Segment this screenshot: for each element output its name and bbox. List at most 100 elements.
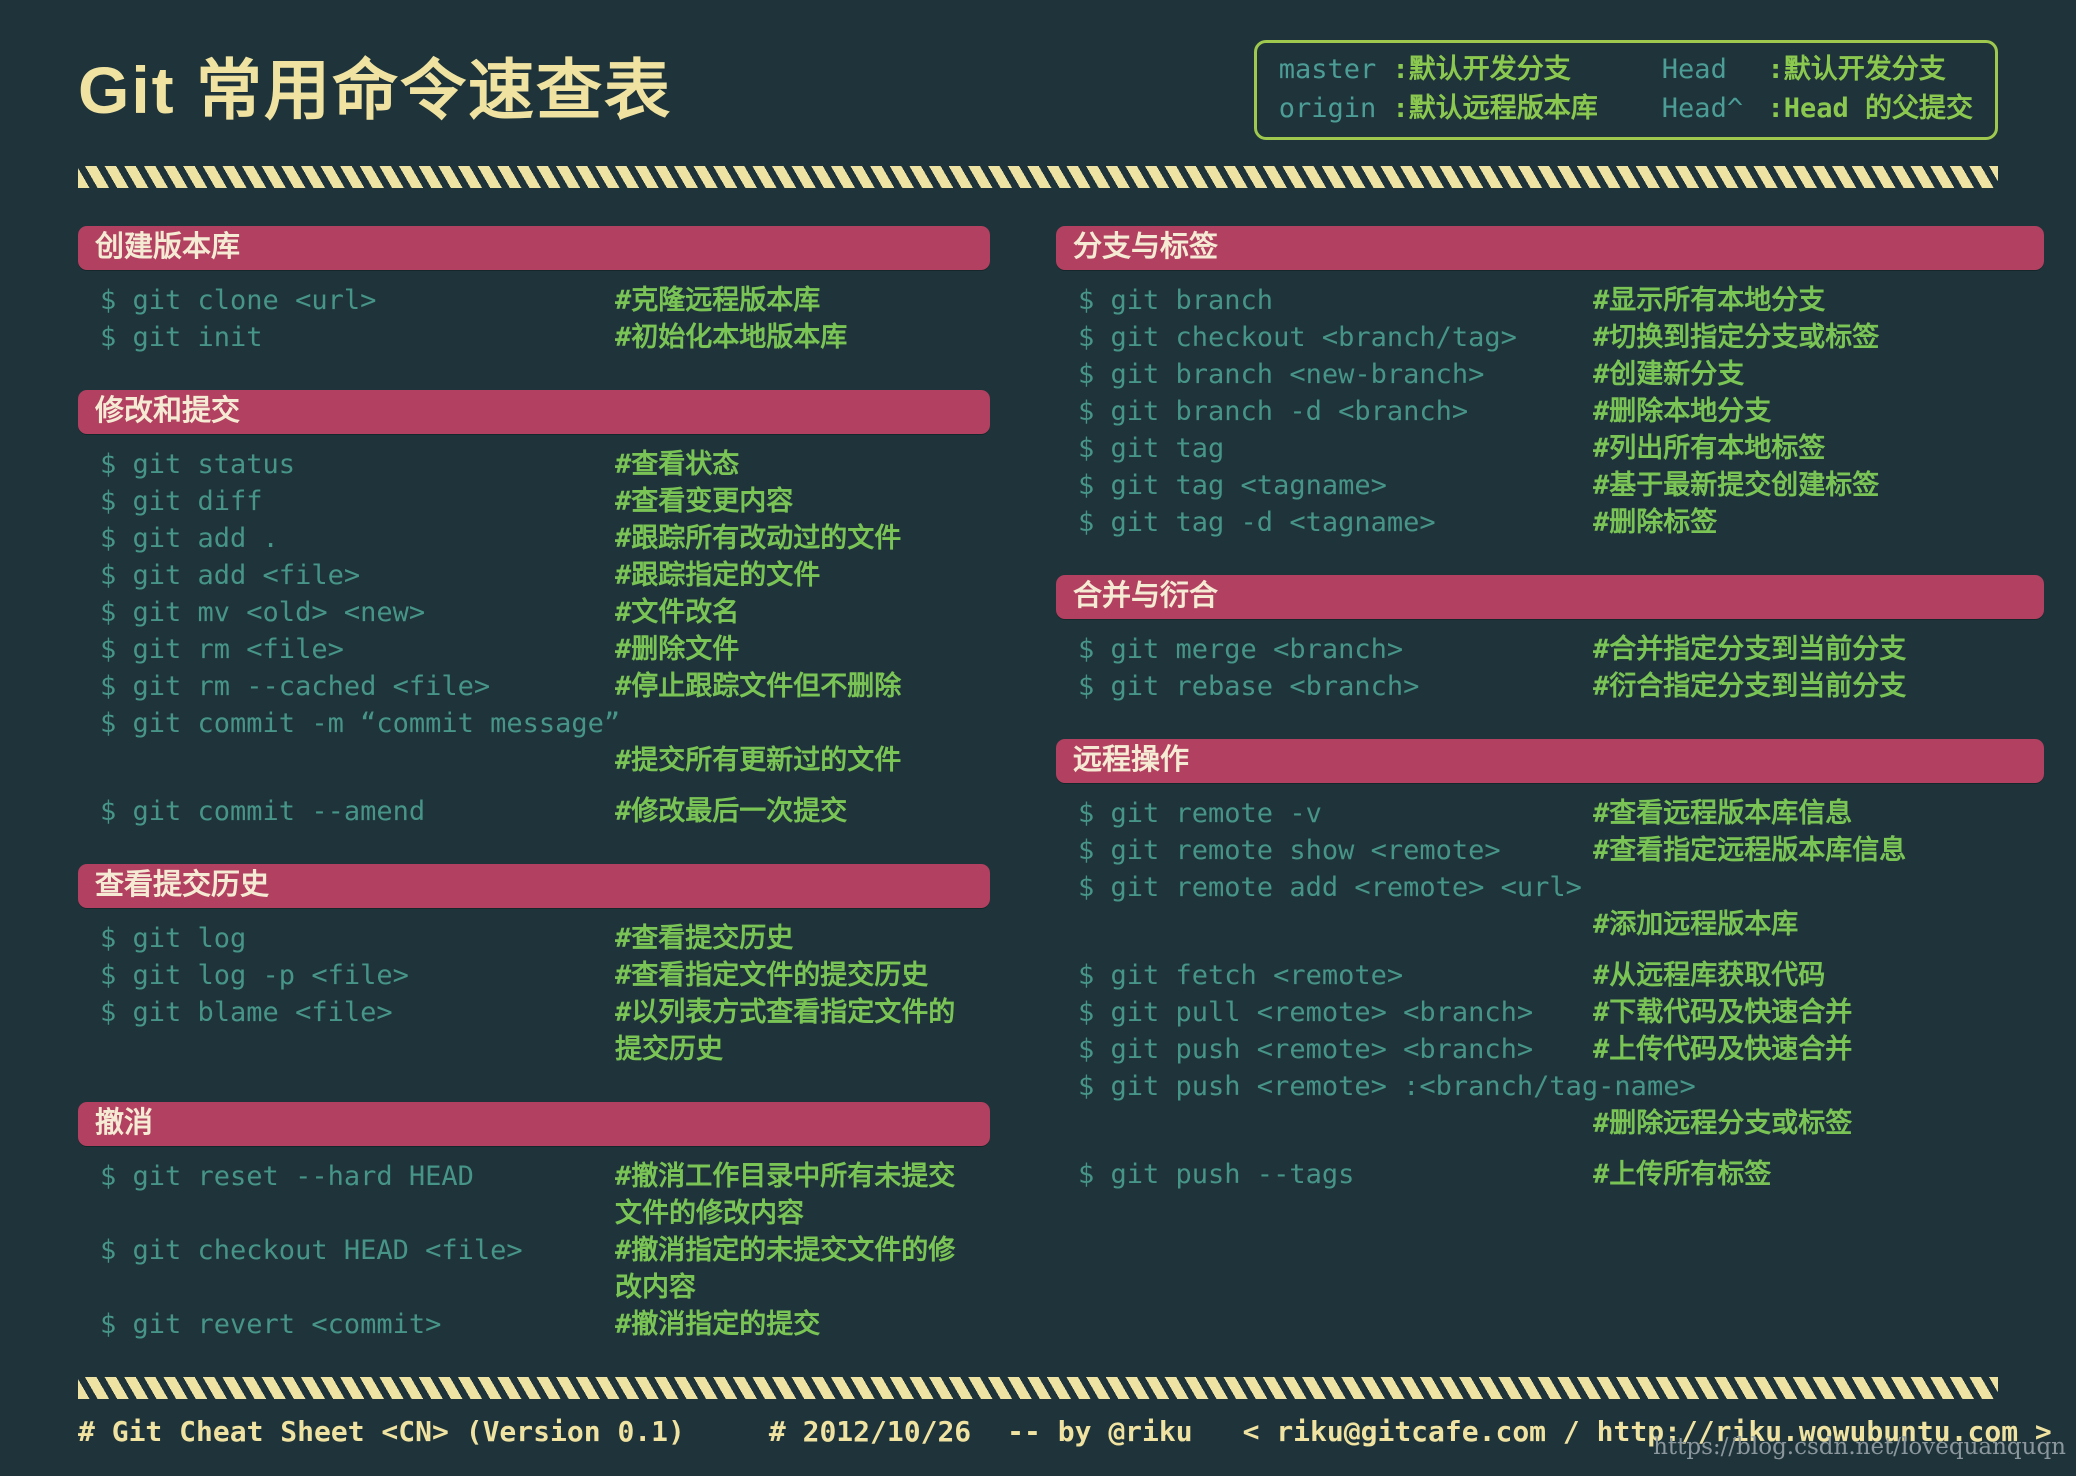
command-text: $ git push <remote> <branch>	[1078, 1034, 1534, 1065]
section-header: 分支与标签	[1056, 226, 2044, 270]
command-text: $ git revert <commit>	[100, 1309, 442, 1340]
comment-text: #查看指定远程版本库信息	[1593, 835, 1907, 866]
command-text: $ git reset --hard HEAD	[100, 1161, 474, 1192]
row-spacer	[100, 779, 990, 793]
command-row: $ git checkout HEAD <file> #撤消指定的未提交文件的修改…	[100, 1232, 990, 1306]
command-row: $ git fetch <remote> #从远程库获取代码	[1078, 957, 2044, 994]
section: 查看提交历史 $ git log #查看提交历史 $ git log -p <file…	[78, 864, 990, 1068]
comment-text: #初始化本地版本库	[615, 322, 848, 353]
command-row: $ git checkout <branch/tag> #切换到指定分支或标签	[1078, 319, 2044, 356]
legend-entry: Head^ :Head 的父提交	[1662, 90, 1973, 127]
comment-text: #跟踪所有改动过的文件	[615, 523, 902, 554]
content-columns: 创建版本库 $ git clone <url> #克隆远程版本库 $ git init…	[78, 226, 2044, 1377]
comment-text: #查看远程版本库信息	[1593, 798, 1853, 829]
section: 撤消 $ git reset --hard HEAD #撤消工作目录中所有未提交文件…	[78, 1102, 990, 1343]
command-row: $ git branch <new-branch> #创建新分支	[1078, 356, 2044, 393]
comment-text: #查看状态	[615, 449, 740, 480]
footer-sheet-name: # Git Cheat Sheet <CN> (Version 0.1)	[78, 1415, 685, 1448]
command-text: $ git tag <tagname>	[1078, 470, 1387, 501]
comment-text: #从远程库获取代码	[1593, 960, 1826, 991]
legend-entry: Head :默认开发分支	[1662, 51, 1973, 88]
comment-text: #停止跟踪文件但不删除	[615, 671, 902, 702]
section-body: $ git clone <url> #克隆远程版本库 $ git init #初始化本…	[78, 270, 990, 356]
comment-text: #衍合指定分支到当前分支	[1593, 671, 1907, 702]
command-row: $ git clone <url> #克隆远程版本库	[100, 282, 990, 319]
hazard-divider-top	[78, 166, 1998, 188]
section: 创建版本库 $ git clone <url> #克隆远程版本库 $ git init…	[78, 226, 990, 356]
legend-term: origin	[1278, 93, 1393, 124]
row-spacer	[1078, 1142, 2044, 1156]
command-text: $ git log	[100, 923, 247, 954]
command-row: $ git rebase <branch> #衍合指定分支到当前分支	[1078, 668, 2044, 705]
command-text: $ git push --tags	[1078, 1159, 1355, 1190]
comment-text: #删除远程分支或标签	[1593, 1108, 1853, 1139]
legend-term: master	[1278, 54, 1393, 85]
command-text: $ git commit --amend	[100, 796, 426, 827]
section-body: $ git remote -v #查看远程版本库信息 $ git remote sh…	[1056, 783, 2044, 1193]
command-row: $ git add <file> #跟踪指定的文件	[100, 557, 990, 594]
watermark-url: https://blog.csdn.net/lovequanquqn	[1653, 1434, 2066, 1460]
command-row: $ git tag #列出所有本地标签	[1078, 430, 2044, 467]
comment-text: #查看指定文件的提交历史	[615, 960, 929, 991]
comment-text: #切换到指定分支或标签	[1593, 322, 1880, 353]
section-header: 撤消	[78, 1102, 990, 1146]
command-row: $ git pull <remote> <branch> #下载代码及快速合并	[1078, 994, 2044, 1031]
cheat-sheet-page: Git 常用命令速查表 master :默认开发分支 origin :默认远程版本…	[0, 0, 2076, 1377]
command-text: $ git tag	[1078, 433, 1225, 464]
command-row: $ git log #查看提交历史	[100, 920, 990, 957]
comment-text: #删除本地分支	[1593, 396, 1772, 427]
legend: master :默认开发分支 origin :默认远程版本库 Head :默认开发分…	[1253, 40, 1998, 140]
section: 分支与标签 $ git branch #显示所有本地分支 $ git checkout…	[1056, 226, 2044, 541]
section: 修改和提交 $ git status #查看状态 $ git diff #查看变更内容 $…	[78, 390, 990, 830]
command-row: $ git push --tags #上传所有标签	[1078, 1156, 2044, 1193]
comment-text: #修改最后一次提交	[615, 796, 848, 827]
command-row: $ git reset --hard HEAD #撤消工作目录中所有未提交文件的修…	[100, 1158, 990, 1232]
hazard-divider-bottom	[78, 1377, 1998, 1399]
section: 合并与衍合 $ git merge <branch> #合并指定分支到当前分支 $ g…	[1056, 575, 2044, 705]
command-row: $ git log -p <file> #查看指定文件的提交历史	[100, 957, 990, 994]
command-text: $ git remote add <remote> <url>	[1078, 872, 1582, 903]
command-row: $ git tag <tagname> #基于最新提交创建标签	[1078, 467, 2044, 504]
command-text: $ git rebase <branch>	[1078, 671, 1420, 702]
section: 远程操作 $ git remote -v #查看远程版本库信息 $ git remot…	[1056, 739, 2044, 1193]
legend-desc: :Head 的父提交	[1767, 93, 1973, 124]
command-text: $ git rm --cached <file>	[100, 671, 491, 702]
comment-text: #上传代码及快速合并	[1593, 1034, 1853, 1065]
command-text: $ git mv <old> <new>	[100, 597, 426, 628]
command-row: $ git status #查看状态	[100, 446, 990, 483]
column-left: 创建版本库 $ git clone <url> #克隆远程版本库 $ git init…	[78, 226, 990, 1377]
comment-text: #合并指定分支到当前分支	[1593, 634, 1907, 665]
legend-entry: master :默认开发分支	[1279, 51, 1598, 88]
comment-text: #显示所有本地分支	[1593, 285, 1826, 316]
column-right: 分支与标签 $ git branch #显示所有本地分支 $ git checkout…	[1056, 226, 2044, 1227]
comment-text: #查看变更内容	[615, 486, 794, 517]
command-text: $ git add .	[100, 523, 279, 554]
section-body: $ git merge <branch> #合并指定分支到当前分支 $ git re…	[1056, 619, 2044, 705]
command-text: $ git blame <file>	[100, 997, 393, 1028]
legend-term: Head^	[1661, 93, 1760, 124]
command-row: #添加远程版本库	[1078, 906, 2044, 943]
section-header: 远程操作	[1056, 739, 2044, 783]
command-text: $ git commit -m “commit message”	[100, 708, 621, 739]
section-header: 修改和提交	[78, 390, 990, 434]
header: Git 常用命令速查表 master :默认开发分支 origin :默认远程版本…	[78, 40, 1998, 140]
command-row: $ git add . #跟踪所有改动过的文件	[100, 520, 990, 557]
comment-text: #查看提交历史	[615, 923, 794, 954]
command-row: $ git rm <file> #删除文件	[100, 631, 990, 668]
footer-date: # 2012/10/26	[768, 1415, 972, 1448]
command-text: $ git clone <url>	[100, 285, 377, 316]
section-body: $ git reset --hard HEAD #撤消工作目录中所有未提交文件的修…	[78, 1146, 990, 1343]
command-row: $ git push <remote> :<branch/tag-name>	[1078, 1068, 2044, 1105]
command-row: $ git rm --cached <file> #停止跟踪文件但不删除	[100, 668, 990, 705]
command-text: $ git diff	[100, 486, 263, 517]
command-row: $ git mv <old> <new> #文件改名	[100, 594, 990, 631]
comment-text: #克隆远程版本库	[615, 285, 821, 316]
command-row: $ git blame <file> #以列表方式查看指定文件的提交历史	[100, 994, 990, 1068]
comment-text: #上传所有标签	[1593, 1159, 1772, 1190]
command-row: $ git branch -d <branch> #删除本地分支	[1078, 393, 2044, 430]
command-row: $ git diff #查看变更内容	[100, 483, 990, 520]
command-text: $ git checkout <branch/tag>	[1078, 322, 1517, 353]
section-header: 查看提交历史	[78, 864, 990, 908]
command-row: $ git commit --amend #修改最后一次提交	[100, 793, 990, 830]
comment-text: #撤消工作目录中所有未提交文件的修改内容	[615, 1161, 956, 1229]
